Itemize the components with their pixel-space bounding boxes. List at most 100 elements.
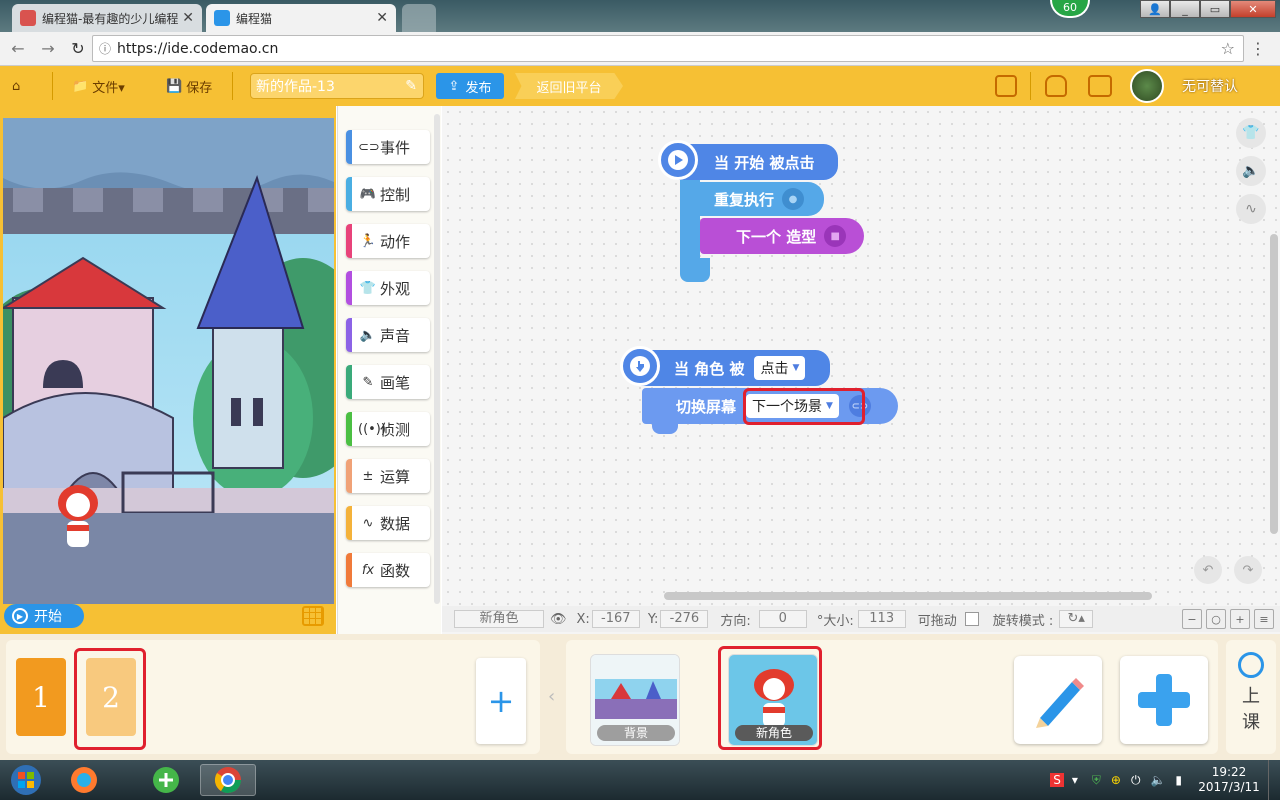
category-control[interactable]: 🎮 控制 [346,177,430,211]
speaker-icon[interactable]: 🔈 [1236,156,1266,186]
stage-scene[interactable] [3,118,334,604]
scene-thumbnail-1[interactable]: 1 [16,658,66,736]
zoom-reset-icon[interactable]: ○ [1206,609,1226,629]
back-icon[interactable]: ← [6,39,30,58]
new-tab-button[interactable] [402,4,436,32]
close-tab-icon[interactable]: ✕ [182,10,194,26]
volume-icon[interactable]: 🔈 [1150,773,1165,787]
save-button[interactable]: 💾 保存 [166,74,212,98]
pen-icon: ✎ [362,374,374,390]
tray-arrow-icon[interactable]: ▾ [1072,773,1078,787]
category-operators[interactable]: ± 运算 [346,459,430,493]
palette-scrollbar[interactable] [434,114,440,604]
forward-icon[interactable]: → [36,39,60,58]
browser-app-icon[interactable] [138,764,194,796]
start-button[interactable]: ▶ 开始 [4,604,84,628]
ranking-icon[interactable] [995,75,1017,97]
horizontal-scrollbar[interactable] [664,592,1152,600]
sprite-name-field[interactable]: 新角色 [454,610,544,628]
browser-tab[interactable]: 编程猫-最有趣的少儿编程 ✕ [12,4,202,32]
add-scene-button[interactable]: + [476,658,526,744]
edit-pencil-icon[interactable]: ✎ [405,78,417,94]
start-menu-icon[interactable] [4,764,48,796]
event-dropdown-value: 点击 [760,361,789,377]
add-sprite-button[interactable] [1120,656,1208,744]
y-field[interactable]: -276 [660,610,709,628]
browser-menu-icon[interactable]: ⋮ [1250,39,1266,58]
category-color-bar [346,224,352,258]
avatar[interactable] [1130,69,1164,103]
eye-icon[interactable]: 👁 [550,612,567,627]
repeat-block[interactable]: 重复执行 ● [680,182,824,216]
category-looks[interactable]: 👕 外观 [346,271,430,305]
project-title-field[interactable]: 新的作品-13 ✎ [250,73,424,99]
minimize-button[interactable]: _ [1170,0,1200,18]
home-icon[interactable]: ⌂ [12,74,20,98]
next-costume-block[interactable]: 下一个 造型 ■ [700,218,864,254]
input-method-icon[interactable]: S [1050,773,1064,787]
shirt-icon[interactable]: 👕 [1236,118,1266,148]
category-data[interactable]: ∿ 数据 [346,506,430,540]
clock[interactable]: 19:22 2017/3/11 [1194,765,1264,795]
info-icon[interactable]: ⓘ [99,40,111,57]
publish-button[interactable]: ⇪ 发布 [436,73,504,99]
redo-icon[interactable]: ↷ [1234,556,1262,584]
reload-icon[interactable]: ↻ [66,39,90,58]
close-window-button[interactable]: ✕ [1230,0,1276,18]
app-launcher-icon[interactable] [56,764,112,796]
category-motion[interactable]: 🏃 动作 [346,224,430,258]
sprite-background[interactable]: 背景 [590,654,680,746]
rotation-mode-dropdown[interactable]: ↻▴ [1059,610,1094,628]
draggable-checkbox[interactable] [964,612,979,626]
shield-icon[interactable]: ⛨ [1092,773,1101,788]
close-tab-icon[interactable]: ✕ [376,10,388,26]
category-sensing[interactable]: ((•)) 侦测 [346,412,430,446]
scene-list: 1 2 + [6,640,540,754]
show-desktop-button[interactable] [1268,760,1280,800]
event-dropdown[interactable]: 点击 ▼ [754,356,806,380]
draggable-label: 可拖动 [917,613,957,629]
browser-tab-active[interactable]: 编程猫 ✕ [206,4,396,32]
category-label: 函数 [380,561,411,580]
category-label: 画笔 [380,373,411,392]
repeat-label: 重复执行 [714,190,775,209]
old-platform-button[interactable]: 返回旧平台 [515,73,623,99]
category-label: 动作 [380,232,411,251]
code-workspace[interactable]: 重复执行 ● 下一个 造型 ■ 当 开始 被点击 切换屏幕 下一个场景 ▼ ⊂⊃… [442,106,1280,634]
undo-icon[interactable]: ↶ [1194,556,1222,584]
folder-box-icon[interactable] [1088,75,1112,97]
paint-sprite-button[interactable] [1014,656,1102,744]
zoom-in-icon[interactable]: + [1230,609,1250,629]
sprite-list: 背景 新角色 [566,640,1218,754]
zoom-out-icon[interactable]: − [1182,609,1202,629]
backpack-icon[interactable] [1045,75,1067,97]
category-pen[interactable]: ✎ 画笔 [346,365,430,399]
lesson-button[interactable]: 上 课 [1226,640,1276,754]
file-menu-button[interactable]: 📁 文件▾ [72,74,125,98]
maximize-button[interactable]: ▭ [1200,0,1230,18]
wave-icon[interactable]: ∿ [1236,194,1266,224]
category-sound[interactable]: 🔈 声音 [346,318,430,352]
x-field[interactable]: -167 [591,610,640,628]
user-icon[interactable]: 👤 [1140,0,1170,18]
grid-toggle-icon[interactable] [302,606,324,626]
plus-circle-icon[interactable]: ⊕ [1111,773,1121,787]
category-functions[interactable]: fx 函数 [346,553,430,587]
bookmark-star-icon[interactable]: ☆ [1221,39,1235,58]
power-icon[interactable]: ⏻ [1131,773,1141,788]
direction-field[interactable]: 0 [758,610,807,628]
size-field[interactable]: 113 [857,610,906,628]
category-events[interactable]: ⊂⊃ 事件 [346,130,430,164]
chrome-taskbar-icon[interactable] [200,764,256,796]
network-icon[interactable]: ▮ [1175,773,1182,787]
gamepad-icon: ● [782,188,805,210]
collapse-arrow-icon[interactable]: ‹ [548,686,555,707]
url-input[interactable]: ⓘ https://ide.codemao.cn ☆ [92,35,1244,62]
shirt-icon: 👕 [359,280,377,296]
dropdown-arrow-icon: ▼ [792,363,800,373]
vertical-scrollbar[interactable] [1270,234,1278,534]
sensor-icon: ((•)) [358,421,386,437]
username[interactable]: 无可替认 [1182,76,1238,96]
menu-lines-icon[interactable]: ≡ [1254,609,1274,629]
shirt-icon: ■ [824,225,847,247]
